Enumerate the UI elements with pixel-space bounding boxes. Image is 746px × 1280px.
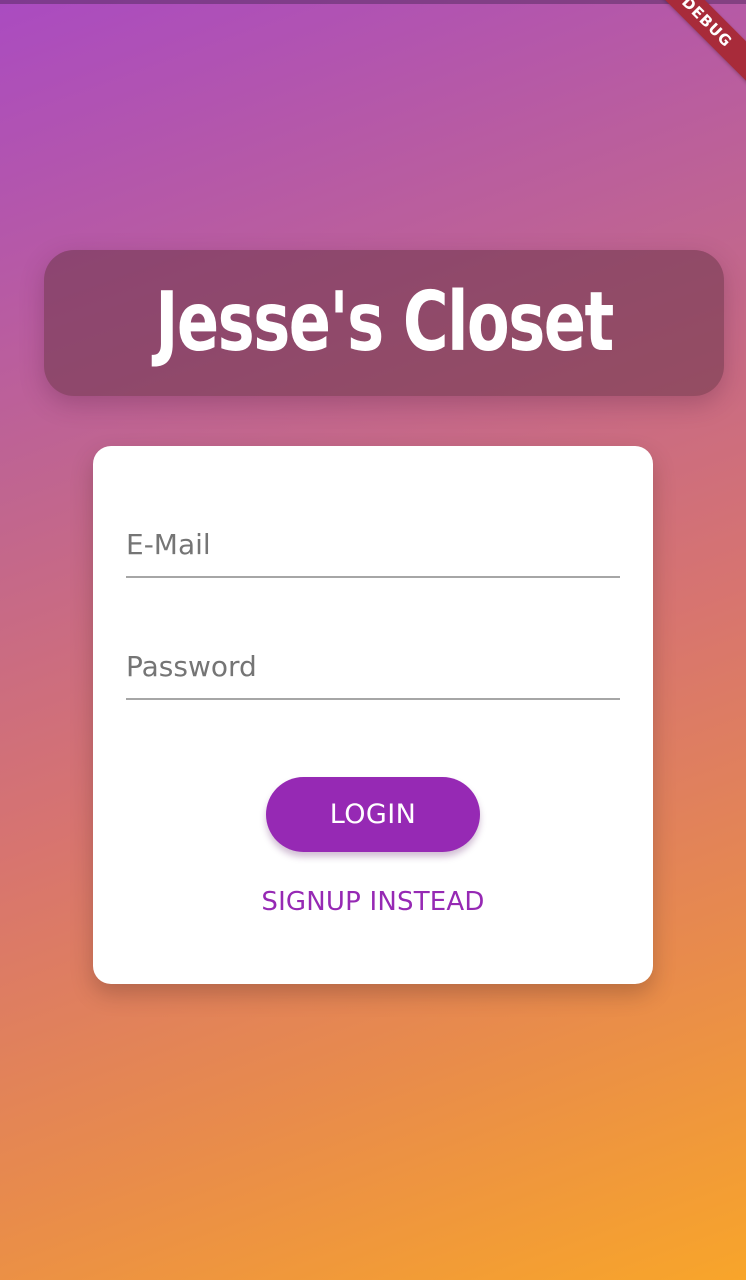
login-button[interactable]: LOGIN <box>266 777 480 852</box>
app-title-banner: Jesse's Closet <box>44 250 724 396</box>
debug-banner: DEBUG <box>644 0 746 85</box>
signup-instead-link[interactable]: SIGNUP INSTEAD <box>238 882 508 922</box>
app-title: Jesse's Closet <box>155 275 614 370</box>
password-input[interactable] <box>126 638 620 696</box>
email-input[interactable] <box>126 516 620 574</box>
password-field-wrapper <box>126 638 620 700</box>
email-field-wrapper <box>126 516 620 578</box>
login-screen: DEBUG Jesse's Closet LOGIN SIGNUP INSTEA… <box>0 0 746 1280</box>
login-card: LOGIN SIGNUP INSTEAD <box>93 446 653 984</box>
top-divider <box>0 0 746 4</box>
